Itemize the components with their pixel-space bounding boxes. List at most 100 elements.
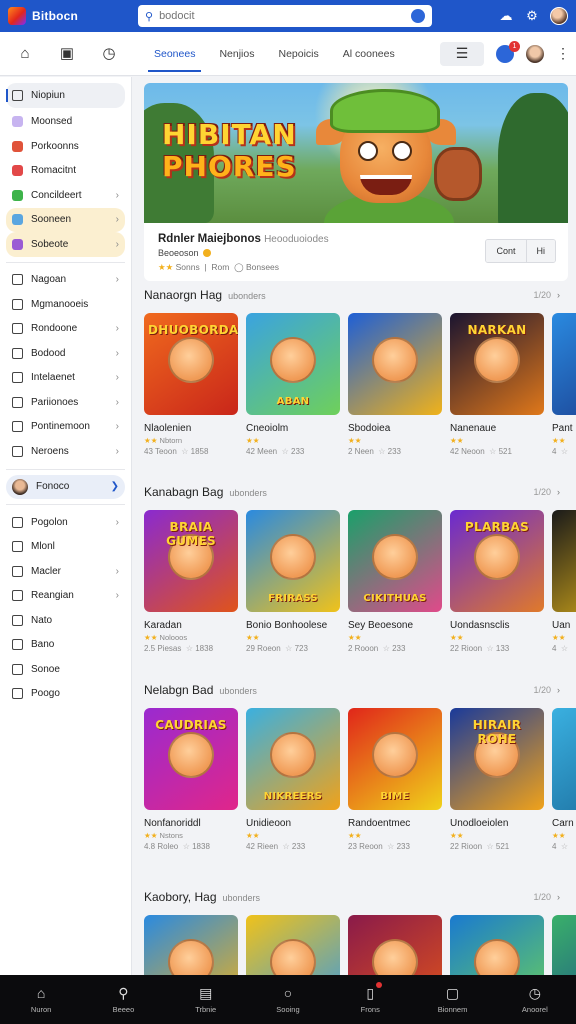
game-card[interactable]: Carn ★★ 4 ☆ [552,708,576,851]
game-thumbnail[interactable] [552,313,576,415]
library-icon[interactable]: ▣ [58,45,76,63]
game-thumbnail[interactable]: ABAN [246,313,340,415]
game-thumbnail[interactable]: HIRAIR ROHE [450,708,544,810]
sidebar-item-group3-2[interactable]: Macler › [6,559,125,584]
game-card[interactable] [144,915,238,975]
tab-0[interactable]: Seonees [147,32,202,76]
game-thumbnail[interactable]: NIKREERS [246,708,340,810]
sidebar-item-group2-3[interactable]: Bodood › [6,341,125,366]
game-thumbnail[interactable]: FRIRASS [246,510,340,612]
bottom-nav-item[interactable]: ▯ Frons [340,982,400,1014]
section-title[interactable]: Nanaorgn Hag ubonders [144,288,266,302]
sidebar-item-group1-5[interactable]: Sooneen › [6,207,125,232]
notifications-button[interactable]: 1 [496,40,520,63]
tab-1[interactable]: Nenjios [217,32,256,76]
sidebar-item-group2-4[interactable]: Intelaenet › [6,366,125,391]
sidebar-user[interactable]: Fonoco ❯ [6,474,125,499]
game-card[interactable]: CAUDRIAS Nonfanoriddl ★★ Nstons 4.8 Roleo ☆… [144,708,238,851]
game-thumbnail[interactable] [348,313,442,415]
game-thumbnail[interactable] [552,708,576,810]
game-card[interactable]: HIALEBEAR [348,915,442,975]
game-card[interactable]: BIME Randoentmec ★★ 23 Reoon ☆ 233 [348,708,442,851]
sidebar-item-group3-4[interactable]: Nato [6,608,125,633]
cloud-icon[interactable]: ☁ [498,8,514,24]
game-thumbnail[interactable]: HIALEBEAR [348,915,442,975]
bottom-nav-item[interactable]: ▢ Bionnem [423,985,483,1014]
game-card[interactable]: HIRAIR ROHE Unodloeiolen ★★ 22 Rioon ☆ 521 [450,708,544,851]
sidebar-item-group2-0[interactable]: Nagoan › [6,268,125,293]
sidebar-item-group3-3[interactable]: Reangian › [6,584,125,609]
section-title[interactable]: Kanabagn Bag ubonders [144,485,267,499]
sidebar-item-group2-2[interactable]: Rondoone › [6,317,125,342]
bottom-nav-item[interactable]: ▤ Trbnie [176,985,236,1014]
game-thumbnail[interactable]: DHUOBORDAS [144,313,238,415]
sidebar-item-group3-1[interactable]: Mlonl [6,535,125,560]
more-options-icon[interactable]: ⋮ [556,45,570,62]
sidebar-item-group1-0[interactable]: Niopiun [6,83,125,108]
settings-icon[interactable]: ⚙ [524,8,540,24]
game-card[interactable]: Uan ★★ 4 ☆ [552,510,576,653]
game-thumbnail[interactable]: NARKAN [450,313,544,415]
game-thumbnail[interactable]: PLARBAS [450,510,544,612]
search-input[interactable] [159,10,405,22]
sidebar-item-group1-1[interactable]: Moonsed [6,110,125,135]
voice-search-icon[interactable] [411,9,425,23]
home-icon[interactable]: ⌂ [16,45,34,63]
game-thumbnail[interactable] [552,510,576,612]
user-avatar[interactable] [526,44,544,63]
game-card[interactable]: Sbodoiea ★★ 2 Neen ☆ 233 [348,313,442,456]
history-icon[interactable]: ◷ [100,45,118,63]
featured-banner[interactable]: HIBITAN PHORES [144,83,568,223]
game-card[interactable] [450,915,544,975]
sidebar-item-group3-6[interactable]: Sonoe [6,657,125,682]
bottom-nav-item[interactable]: ⌂ Nuron [11,985,71,1014]
sidebar-item-group2-5[interactable]: Pariionoes › [6,390,125,415]
bottom-nav-item[interactable]: ○ Sooing [258,985,318,1014]
sidebar-item-group1-6[interactable]: Sobeote › [6,232,125,257]
tab-2[interactable]: Nepoicis [276,32,320,76]
bottom-nav-item[interactable]: ◷ Anoorel [505,985,565,1014]
game-thumbnail[interactable] [450,915,544,975]
sidebar-item-group2-6[interactable]: Pontinemoon › [6,415,125,440]
bottom-nav-item[interactable]: ⚲ Beeeo [93,985,153,1014]
account-avatar[interactable] [550,7,568,25]
section-pager[interactable]: 1/20 › [533,487,576,497]
sidebar-item-group1-4[interactable]: Concildeert › [6,183,125,208]
game-card[interactable]: NARKAN Nanenaue ★★ 42 Neoon ☆ 521 [450,313,544,456]
sidebar-item-group3-0[interactable]: Pogolon › [6,510,125,535]
game-card[interactable]: Pant ★★ 4 ☆ [552,313,576,456]
sidebar-item-group1-3[interactable]: Romacitnt [6,159,125,184]
game-thumbnail[interactable] [144,915,238,975]
game-card[interactable]: FRIRASS Bonio Bonhoolese ★★ 29 Roeon ☆ 723 [246,510,340,653]
game-thumbnail[interactable]: MAKIAR GAMES [246,915,340,975]
game-card[interactable]: BRAIA GUMES Karadan ★★ Nolooos 2.5 Piesas ☆… [144,510,238,653]
game-card[interactable]: PLARBAS Uondasnsclis ★★ 22 Rioon ☆ 133 [450,510,544,653]
game-card[interactable]: CIKITHUAS Sey Beoesone ★★ 2 Rooon ☆ 233 [348,510,442,653]
section-title[interactable]: Nelabgn Bad ubonders [144,683,257,697]
section-pager[interactable]: 1/20 › [533,892,576,902]
sidebar-item-group2-1[interactable]: Mgmanooeis [6,292,125,317]
game-card[interactable]: NIKREERS Unidieoon ★★ 42 Rieen ☆ 233 [246,708,340,851]
featured-card[interactable]: HIBITAN PHORES Rdnler Maiejbonos Heooduo… [144,83,568,281]
featured-primary-button[interactable]: Cont [486,240,526,262]
game-card[interactable]: ABAN Cneoiolm ★★ 42 Meen ☆ 233 [246,313,340,456]
sidebar-item-group3-7[interactable]: Poogo [6,682,125,707]
game-thumbnail[interactable]: BIME [348,708,442,810]
game-thumbnail[interactable]: CIKITHUAS [348,510,442,612]
sidebar-item-group1-2[interactable]: Porkoonns [6,134,125,159]
sidebar-item-group2-7[interactable]: Neroens › [6,439,125,464]
game-thumbnail[interactable]: CAUDRIAS [144,708,238,810]
list-view-button[interactable]: ☰ [440,41,484,66]
section-title[interactable]: Kaobory, Hag ubonders [144,890,260,904]
tab-3[interactable]: Al coonees [341,32,397,76]
game-card[interactable]: DHUOBORDAS Nlaolenien ★★ Nbtorn 43 Teoon ☆ … [144,313,238,456]
game-thumbnail[interactable]: BRAIA GUMES [144,510,238,612]
game-card[interactable]: MAKIAR GAMES [246,915,340,975]
game-thumbnail[interactable] [552,915,576,975]
section-pager[interactable]: 1/20 › [533,290,576,300]
brand[interactable]: Bitbocn [8,7,132,25]
section-pager[interactable]: 1/20 › [533,685,576,695]
sidebar-item-group3-5[interactable]: Bano [6,633,125,658]
featured-secondary-button[interactable]: Hi [525,240,555,262]
game-card[interactable] [552,915,576,975]
